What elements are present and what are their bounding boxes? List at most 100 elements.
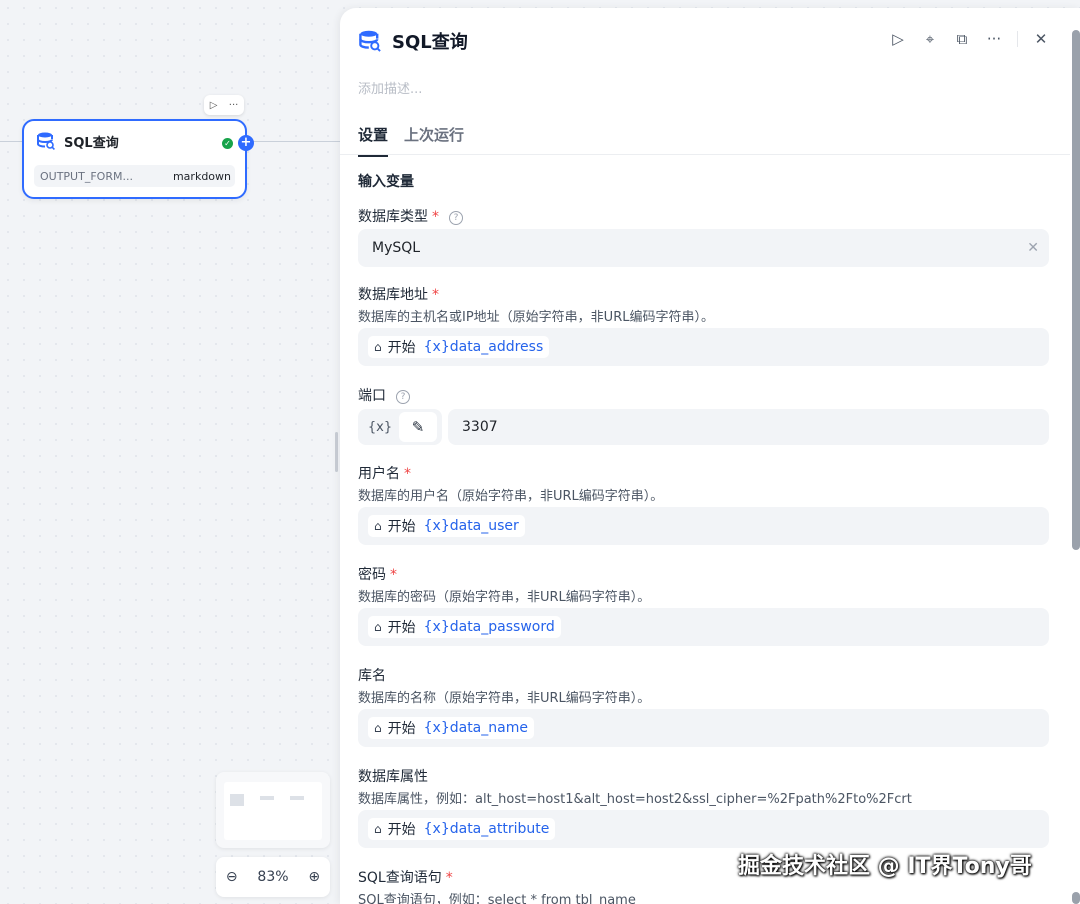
chip-source: 开始 [387, 822, 416, 838]
help-icon[interactable]: ? [449, 211, 463, 225]
home-icon: ⌂ [374, 340, 382, 354]
db-address-label-text: 数据库地址 [358, 287, 428, 303]
minimap-node [290, 796, 304, 800]
chip-variable: {x}data_attribute [423, 821, 550, 837]
password-field[interactable]: ⌂ 开始 {x}data_password [358, 608, 1049, 646]
divider [1017, 31, 1018, 47]
node-more-icon[interactable]: ··· [229, 100, 239, 111]
sql-hint: SQL查询语句，例如：select * from tbl_name [358, 893, 636, 904]
required-mark: * [432, 287, 439, 303]
db-address-label: 数据库地址 * [358, 284, 439, 304]
chip-variable: {x}data_address [423, 339, 544, 355]
required-mark: * [404, 466, 411, 482]
chip-source: 开始 [387, 620, 416, 636]
node-title: SQL查询 [64, 135, 119, 151]
watermark: 掘金技术社区 @ IT界Tony哥 [738, 854, 1032, 879]
zoom-in-icon[interactable]: ⊕ [308, 869, 320, 885]
password-label-text: 密码 [358, 567, 386, 583]
docs-icon[interactable]: ⧉ [953, 30, 971, 48]
db-attr-label-text: 数据库属性 [358, 769, 428, 785]
chip-source: 开始 [387, 340, 416, 356]
sql-query-node[interactable]: SQL查询 ✓ + OUTPUT_FORM... markdown [22, 119, 254, 199]
variable-chip[interactable]: ⌂ 开始 {x}data_attribute [368, 818, 556, 840]
password-label: 密码 * [358, 564, 397, 584]
port-input[interactable]: 3307 [448, 409, 1049, 445]
zoom-out-icon[interactable]: ⊖ [226, 869, 238, 885]
edge-in [0, 141, 22, 142]
port-row: {x} ✎ 3307 [358, 409, 1049, 445]
user-label: 用户名 * [358, 463, 411, 483]
section-title: 输入变量 [358, 174, 414, 190]
user-label-text: 用户名 [358, 466, 400, 482]
panel-title[interactable]: SQL查询 [392, 28, 468, 54]
required-mark: * [432, 209, 439, 225]
chip-variable: {x}data_user [423, 518, 519, 534]
db-type-label-text: 数据库类型 [358, 209, 428, 225]
user-field[interactable]: ⌂ 开始 {x}data_user [358, 507, 1049, 545]
chip-variable: {x}data_password [423, 619, 555, 635]
password-hint: 数据库的密码（原始字符串，非URL编码字符串）。 [358, 590, 651, 605]
node-output-row: OUTPUT_FORM... markdown [34, 165, 235, 187]
db-attr-field[interactable]: ⌂ 开始 {x}data_attribute [358, 810, 1049, 848]
home-icon: ⌂ [374, 519, 382, 533]
locate-icon[interactable]: ⌖ [921, 30, 939, 48]
edit-mode-icon[interactable]: ✎ [399, 412, 437, 442]
user-hint: 数据库的用户名（原始字符串，非URL编码字符串）。 [358, 489, 664, 504]
home-icon: ⌂ [374, 620, 382, 634]
panel-scrollbar[interactable] [1072, 30, 1080, 550]
tabs-divider [340, 154, 1070, 155]
variable-chip[interactable]: ⌂ 开始 {x}data_password [368, 616, 561, 638]
variable-chip[interactable]: ⌂ 开始 {x}data_address [368, 336, 550, 358]
db-type-label: 数据库类型 *? [358, 206, 463, 226]
db-name-label-text: 库名 [358, 668, 386, 684]
db-name-label: 库名 [358, 665, 386, 685]
port-label: 端口? [358, 385, 410, 405]
database-icon [359, 30, 381, 52]
node-settings-panel: SQL查询 ▷ ⌖ ⧉ ··· ✕ 添加描述... 设置 上次运行 输入变量 数… [340, 8, 1080, 904]
minimap[interactable] [216, 772, 330, 848]
chip-variable: {x}data_name [423, 720, 528, 736]
minimap-node [230, 794, 244, 806]
port-mode-toggle: {x} ✎ [358, 409, 442, 445]
more-icon[interactable]: ··· [985, 30, 1003, 48]
tab-settings[interactable]: 设置 [358, 124, 389, 157]
chip-source: 开始 [387, 721, 416, 737]
db-address-field[interactable]: ⌂ 开始 {x}data_address [358, 328, 1049, 366]
database-icon [37, 132, 55, 150]
panel-tabs: 设置 上次运行 [358, 124, 464, 157]
node-row-key: OUTPUT_FORM... [40, 169, 133, 183]
required-mark: * [445, 870, 453, 886]
success-check-icon: ✓ [222, 138, 233, 149]
sql-label-text: SQL查询语句 [358, 870, 442, 886]
db-attr-label: 数据库属性 [358, 766, 428, 786]
port-label-text: 端口 [358, 388, 386, 404]
node-row-value: markdown [172, 169, 231, 183]
variable-chip[interactable]: ⌂ 开始 {x}data_name [368, 717, 534, 739]
panel-scrollbar-end[interactable] [1072, 892, 1080, 904]
node-run-icon[interactable]: ▷ [210, 100, 218, 111]
panel-resize-handle[interactable] [335, 432, 338, 472]
db-type-value: MySQL [372, 240, 421, 256]
add-node-button[interactable]: + [238, 135, 254, 151]
db-type-select[interactable]: MySQL ✕ [358, 229, 1049, 267]
variable-chip[interactable]: ⌂ 开始 {x}data_user [368, 515, 525, 537]
run-icon[interactable]: ▷ [889, 30, 907, 48]
close-icon[interactable]: ✕ [1032, 30, 1050, 48]
db-name-field[interactable]: ⌂ 开始 {x}data_name [358, 709, 1049, 747]
minimap-viewport [224, 782, 322, 840]
help-icon[interactable]: ? [396, 390, 410, 404]
sql-label: SQL查询语句 * [358, 867, 453, 887]
db-address-hint: 数据库的主机名或IP地址（原始字符串，非URL编码字符串）。 [358, 310, 714, 325]
clear-icon[interactable]: ✕ [1027, 240, 1039, 256]
home-icon: ⌂ [374, 721, 382, 735]
node-toolbar: ▷ ··· [204, 95, 244, 115]
variable-mode-icon[interactable]: {x} [361, 420, 399, 435]
zoom-level: 83% [257, 869, 289, 885]
description-input[interactable]: 添加描述... [358, 78, 422, 97]
panel-actions: ▷ ⌖ ⧉ ··· ✕ [889, 30, 1050, 48]
zoom-controls: ⊖ 83% ⊕ [216, 857, 330, 897]
required-mark: * [390, 567, 397, 583]
home-icon: ⌂ [374, 822, 382, 836]
tab-last-run[interactable]: 上次运行 [404, 124, 464, 157]
db-name-hint: 数据库的名称（原始字符串，非URL编码字符串）。 [358, 691, 651, 706]
